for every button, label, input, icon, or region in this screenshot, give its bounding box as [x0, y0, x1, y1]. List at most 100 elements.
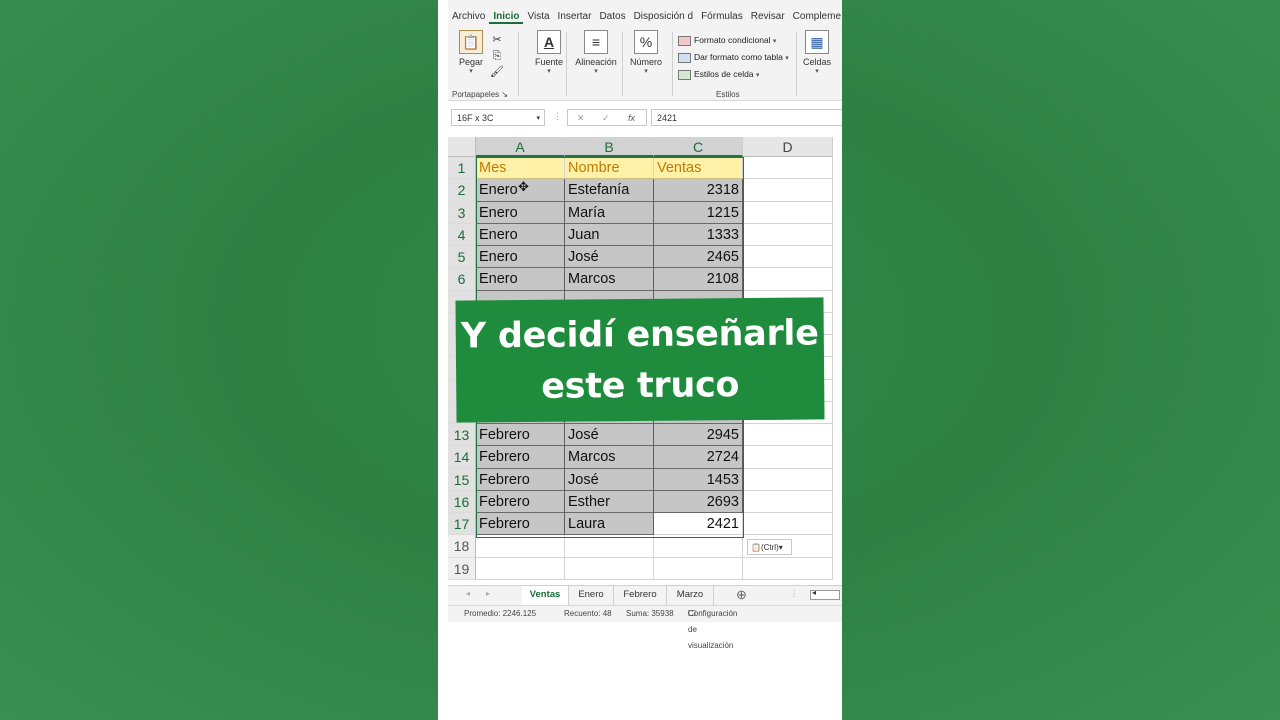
- cell-mes[interactable]: Febrero: [476, 424, 565, 447]
- cell-ventas[interactable]: 2108: [654, 268, 743, 291]
- paste-options-button[interactable]: 📋(Ctrl)▾: [747, 539, 792, 555]
- function-icon[interactable]: fx: [628, 110, 635, 127]
- tab-disposicion[interactable]: Disposición d: [630, 11, 697, 22]
- cell-empty[interactable]: [743, 268, 833, 291]
- cell-ventas[interactable]: 1215: [654, 201, 743, 224]
- cell-ventas[interactable]: 1453: [654, 468, 743, 491]
- cell-c1[interactable]: Ventas: [654, 157, 743, 179]
- name-box[interactable]: 16F x 3C ▾: [451, 109, 545, 126]
- cell-nombre[interactable]: Juan: [565, 223, 654, 246]
- scroll-right-icon[interactable]: ▸: [486, 589, 490, 598]
- chevron-down-icon[interactable]: ▾: [536, 110, 540, 127]
- row-header[interactable]: 13: [448, 424, 476, 447]
- copy-icon[interactable]: ⎘: [486, 48, 508, 64]
- row-header[interactable]: 6: [448, 268, 476, 291]
- empty-cell[interactable]: [565, 557, 654, 580]
- cell-ventas[interactable]: 2421: [654, 513, 743, 536]
- sheet-tab-febrero[interactable]: Febrero: [614, 586, 667, 605]
- cell-nombre[interactable]: José: [565, 246, 654, 269]
- row-header[interactable]: 5: [448, 246, 476, 269]
- cell-nombre[interactable]: Estefanía: [565, 179, 654, 202]
- row-header[interactable]: 3: [448, 201, 476, 224]
- cell-mes[interactable]: Febrero: [476, 446, 565, 469]
- cell-mes[interactable]: Febrero: [476, 468, 565, 491]
- cell-ventas[interactable]: 2945: [654, 424, 743, 447]
- empty-cell[interactable]: [476, 535, 565, 558]
- horizontal-scrollbar[interactable]: ◂: [810, 588, 840, 600]
- formula-input[interactable]: 2421: [651, 109, 842, 126]
- cell-empty[interactable]: [743, 424, 833, 447]
- empty-cell[interactable]: [476, 557, 565, 580]
- cell-ventas[interactable]: 1333: [654, 223, 743, 246]
- tab-insertar[interactable]: Insertar: [554, 11, 596, 22]
- paste-button[interactable]: 📋 Pegar ▾: [456, 30, 486, 75]
- cell-empty[interactable]: [743, 490, 833, 513]
- tab-formulas[interactable]: Fórmulas: [697, 11, 747, 22]
- row-header[interactable]: 19: [448, 557, 476, 580]
- cell-mes[interactable]: Febrero: [476, 513, 565, 536]
- cell-mes[interactable]: Enero: [476, 201, 565, 224]
- row-header[interactable]: 2: [448, 179, 476, 202]
- empty-cell[interactable]: [654, 557, 743, 580]
- scroll-left-icon[interactable]: ◂: [812, 588, 816, 597]
- empty-cell[interactable]: [743, 557, 833, 580]
- more-icon[interactable]: ⋮: [790, 589, 798, 598]
- empty-cell[interactable]: [654, 535, 743, 558]
- row-header[interactable]: 1: [448, 157, 476, 179]
- row-header[interactable]: 15: [448, 468, 476, 491]
- cell-a1[interactable]: Mes: [476, 157, 565, 179]
- dialog-launcher-icon[interactable]: ↘: [501, 90, 508, 99]
- sheet-tab-ventas[interactable]: Ventas: [522, 586, 569, 607]
- tab-archivo[interactable]: Archivo: [448, 11, 489, 22]
- cell-nombre[interactable]: Marcos: [565, 446, 654, 469]
- cancel-icon[interactable]: ✕: [577, 110, 585, 127]
- sheet-tab-marzo[interactable]: Marzo: [667, 586, 714, 605]
- cell-nombre[interactable]: Laura: [565, 513, 654, 536]
- cell-empty[interactable]: [743, 513, 833, 536]
- tab-inicio[interactable]: Inicio: [489, 11, 524, 24]
- row-header[interactable]: 18: [448, 535, 476, 558]
- cut-icon[interactable]: ✂: [486, 32, 508, 48]
- cell-styles-button[interactable]: Estilos de celda ▾: [678, 66, 798, 83]
- cell-ventas[interactable]: 2318: [654, 179, 743, 202]
- cell-nombre[interactable]: José: [565, 468, 654, 491]
- cell-empty[interactable]: [743, 179, 833, 202]
- cell-b1[interactable]: Nombre: [565, 157, 654, 179]
- format-as-table-button[interactable]: Dar formato como tabla ▾: [678, 49, 798, 66]
- tab-complementos[interactable]: Compleme: [789, 11, 842, 22]
- cell-d1[interactable]: [743, 157, 833, 179]
- row-header[interactable]: 16: [448, 490, 476, 513]
- cell-nombre[interactable]: José: [565, 424, 654, 447]
- empty-cell[interactable]: [565, 535, 654, 558]
- cell-empty[interactable]: [743, 201, 833, 224]
- cell-nombre[interactable]: Marcos: [565, 268, 654, 291]
- column-header-b[interactable]: B: [565, 137, 654, 157]
- cell-mes[interactable]: Febrero: [476, 490, 565, 513]
- row-header[interactable]: 14: [448, 446, 476, 469]
- cell-empty[interactable]: [743, 246, 833, 269]
- cell-mes[interactable]: Enero: [476, 246, 565, 269]
- cells-button[interactable]: ▦ Celdas ▾: [800, 30, 834, 75]
- column-header-d[interactable]: D: [743, 137, 833, 157]
- cell-empty[interactable]: [743, 223, 833, 246]
- select-all-corner[interactable]: [448, 137, 476, 157]
- add-sheet-icon[interactable]: ⊕: [736, 587, 747, 603]
- tab-revisar[interactable]: Revisar: [747, 11, 789, 22]
- row-header[interactable]: 17: [448, 513, 476, 536]
- cell-ventas[interactable]: 2724: [654, 446, 743, 469]
- cell-empty[interactable]: [743, 468, 833, 491]
- conditional-format-button[interactable]: Formato condicional ▾: [678, 32, 798, 49]
- cell-nombre[interactable]: María: [565, 201, 654, 224]
- column-header-a[interactable]: A: [476, 137, 565, 157]
- cell-empty[interactable]: [743, 446, 833, 469]
- row-header[interactable]: 4: [448, 223, 476, 246]
- sheet-tab-enero[interactable]: Enero: [569, 586, 614, 605]
- scroll-left-icon[interactable]: ◂: [466, 589, 470, 598]
- tab-vista[interactable]: Vista: [523, 11, 553, 22]
- alignment-button[interactable]: ≡ Alineación ▾: [566, 30, 626, 75]
- cell-ventas[interactable]: 2693: [654, 490, 743, 513]
- cell-ventas[interactable]: 2465: [654, 246, 743, 269]
- tab-datos[interactable]: Datos: [595, 11, 629, 22]
- number-button[interactable]: % Número ▾: [622, 30, 670, 75]
- cell-mes[interactable]: Enero: [476, 268, 565, 291]
